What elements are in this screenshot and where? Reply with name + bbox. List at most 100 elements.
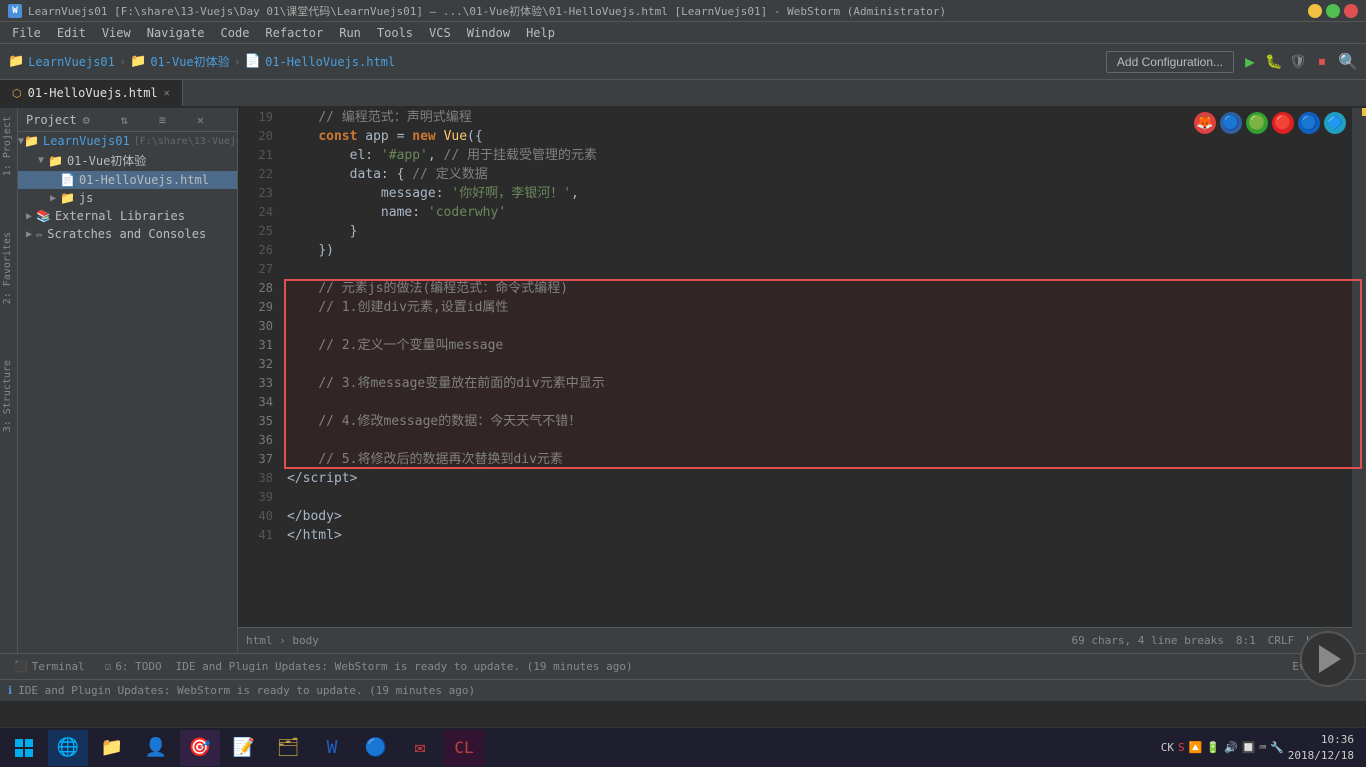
run-toolbar-icons: ▶ 🐛 🛡 ⏹: [1240, 52, 1332, 72]
taskbar: 🌐 📁 👤 🎯 📝 🗂 W 🔵 ✉ CL CK S 🔼 🔋 🔊 🔲 ⌨ 🔧 10…: [0, 727, 1366, 767]
tray-icon-5[interactable]: 🔊: [1224, 741, 1238, 754]
project-panel-header: Project ⚙ ⇅ ≡ ✕: [18, 108, 237, 132]
todo-label: 6: TODO: [115, 660, 161, 673]
tab-bar: ⬡ 01-HelloVuejs.html ✕: [0, 80, 1366, 108]
toolbar: 📁 LearnVuejs01 › 📁 01-Vue初体验 › 📄 01-Hell…: [0, 44, 1366, 80]
taskbar-clion[interactable]: CL: [444, 730, 484, 766]
tree-label-scratches: Scratches and Consoles: [47, 227, 206, 241]
breadcrumb-file[interactable]: 01-HelloVuejs.html: [265, 55, 395, 69]
menu-view[interactable]: View: [94, 22, 139, 43]
taskbar-notepad[interactable]: 📝: [224, 730, 264, 766]
menu-vcs[interactable]: VCS: [421, 22, 459, 43]
taskbar-email[interactable]: ✉: [400, 730, 440, 766]
keyboard-icon[interactable]: ⌨: [1259, 741, 1266, 754]
tree-arrow-js: ▶: [46, 193, 60, 204]
tray-icon-7[interactable]: 🔧: [1270, 741, 1284, 754]
menu-window[interactable]: Window: [459, 22, 518, 43]
favorites-panel-label[interactable]: 2: Favorites: [0, 224, 17, 312]
clock-time: 10:36: [1288, 732, 1354, 747]
chrome-run-button[interactable]: 🟢: [1246, 112, 1268, 134]
menu-help[interactable]: Help: [518, 22, 563, 43]
menu-refactor[interactable]: Refactor: [257, 22, 331, 43]
extlib-icon: 📚: [36, 209, 51, 223]
menu-file[interactable]: File: [4, 22, 49, 43]
clion-icon: CL: [454, 738, 473, 757]
code-container[interactable]: 1920212223242526272829303132333435363738…: [238, 108, 1366, 627]
tree-item-js-folder[interactable]: ▶ 📁 js: [18, 189, 237, 207]
terminal-tab[interactable]: ⬛ Terminal: [8, 660, 91, 673]
notepad-icon: 📝: [233, 737, 255, 758]
taskbar-ie[interactable]: 🌐: [48, 730, 88, 766]
tray-icon-1[interactable]: CK: [1161, 741, 1174, 754]
taskbar-folder[interactable]: 📁: [92, 730, 132, 766]
taskbar-jetbrains[interactable]: 🎯: [180, 730, 220, 766]
taskbar-person[interactable]: 👤: [136, 730, 176, 766]
firefox-run-button[interactable]: 🦊: [1194, 112, 1216, 134]
menu-edit[interactable]: Edit: [49, 22, 94, 43]
tree-item-html-file[interactable]: 📄 01-HelloVuejs.html: [18, 171, 237, 189]
opera-run-button[interactable]: 🔴: [1272, 112, 1294, 134]
file-manager-icon: 🗂: [277, 737, 300, 758]
tray-icon-3[interactable]: 🔼: [1189, 741, 1203, 754]
edge-run-button[interactable]: 🔷: [1324, 112, 1346, 134]
clock-date: 2018/12/18: [1288, 748, 1354, 763]
taskbar-chrome[interactable]: 🔵: [356, 730, 396, 766]
windows-start-button[interactable]: [4, 730, 44, 766]
line-numbers: 1920212223242526272829303132333435363738…: [238, 108, 283, 627]
run-with-coverage[interactable]: 🛡: [1288, 52, 1308, 72]
cursor-position: 8:1: [1236, 634, 1256, 647]
tree-item-scratches[interactable]: ▶ ✏ Scratches and Consoles: [18, 225, 237, 243]
debug-button[interactable]: 🐛: [1264, 52, 1284, 72]
play-triangle-icon: [1319, 645, 1341, 673]
tab-file-icon: ⬡: [12, 87, 22, 100]
tree-item-vue-folder[interactable]: ▼ 📁 01-Vue初体验: [18, 150, 237, 171]
tree-arrow-extlib: ▶: [22, 211, 36, 222]
breadcrumb-project[interactable]: LearnVuejs01: [28, 55, 115, 69]
ie-run-button[interactable]: 🔵: [1298, 112, 1320, 134]
video-play-button[interactable]: [1300, 631, 1356, 687]
todo-tab[interactable]: ☑ 6: TODO: [99, 660, 168, 673]
notification-bar: ℹ IDE and Plugin Updates: WebStorm is re…: [0, 679, 1366, 701]
code-editor[interactable]: // 编程范式：声明式编程 const app = new Vue({ el: …: [283, 108, 1366, 627]
run-button[interactable]: ▶: [1240, 52, 1260, 72]
tab-hello-vuejs[interactable]: ⬡ 01-HelloVuejs.html ✕: [0, 80, 183, 106]
maximize-button[interactable]: [1326, 4, 1340, 18]
breadcrumb-folder[interactable]: 01-Vue初体验: [150, 53, 229, 70]
tree-label-root: LearnVuejs01: [43, 134, 130, 148]
chrome-dev-run-button[interactable]: 🔵: [1220, 112, 1242, 134]
search-button[interactable]: 🔍: [1338, 52, 1358, 72]
terminal-label: Terminal: [32, 660, 85, 673]
folder-icon: 📁: [101, 737, 123, 758]
add-configuration-button[interactable]: Add Configuration...: [1106, 51, 1234, 73]
menu-navigate[interactable]: Navigate: [139, 22, 213, 43]
sogou-icon[interactable]: S: [1178, 741, 1185, 754]
stop-button[interactable]: ⏹: [1312, 52, 1332, 72]
side-panel-labels: 1: Project 2: Favorites 3: Structure: [0, 108, 18, 653]
tree-item-extlib[interactable]: ▶ 📚 External Libraries: [18, 207, 237, 225]
tab-close-icon[interactable]: ✕: [164, 88, 170, 99]
menu-tools[interactable]: Tools: [369, 22, 421, 43]
panel-close-icon[interactable]: ✕: [197, 113, 229, 127]
tree-item-root[interactable]: ▼ 📁 LearnVuejs01 [F:\share\13-Vuejs\Da..…: [18, 132, 237, 150]
menu-run[interactable]: Run: [331, 22, 369, 43]
line-ending[interactable]: CRLF: [1268, 634, 1295, 647]
breadcrumb-sep2: ›: [234, 55, 241, 69]
vue-folder-icon: 📁: [48, 154, 63, 168]
close-button[interactable]: [1344, 4, 1358, 18]
taskbar-file-manager[interactable]: 🗂: [268, 730, 308, 766]
bottom-bar: ⬛ Terminal ☑ 6: TODO IDE and Plugin Upda…: [0, 653, 1366, 679]
panel-expand-icon[interactable]: ⇅: [121, 113, 153, 127]
tray-icon-4[interactable]: 🔋: [1206, 741, 1220, 754]
minimize-button[interactable]: [1308, 4, 1322, 18]
tray-icon-6[interactable]: 🔲: [1242, 741, 1256, 754]
taskbar-word[interactable]: W: [312, 730, 352, 766]
email-icon: ✉: [415, 737, 426, 758]
jetbrains-icon: 🎯: [189, 737, 211, 758]
ie-icon: 🌐: [57, 737, 79, 758]
panel-settings-icon[interactable]: ⚙: [83, 113, 115, 127]
structure-panel-label[interactable]: 3: Structure: [0, 352, 17, 440]
taskbar-clock[interactable]: 10:36 2018/12/18: [1288, 732, 1362, 763]
menu-code[interactable]: Code: [213, 22, 258, 43]
project-panel-label[interactable]: 1: Project: [0, 108, 17, 184]
panel-gear-icon[interactable]: ≡: [159, 113, 191, 127]
